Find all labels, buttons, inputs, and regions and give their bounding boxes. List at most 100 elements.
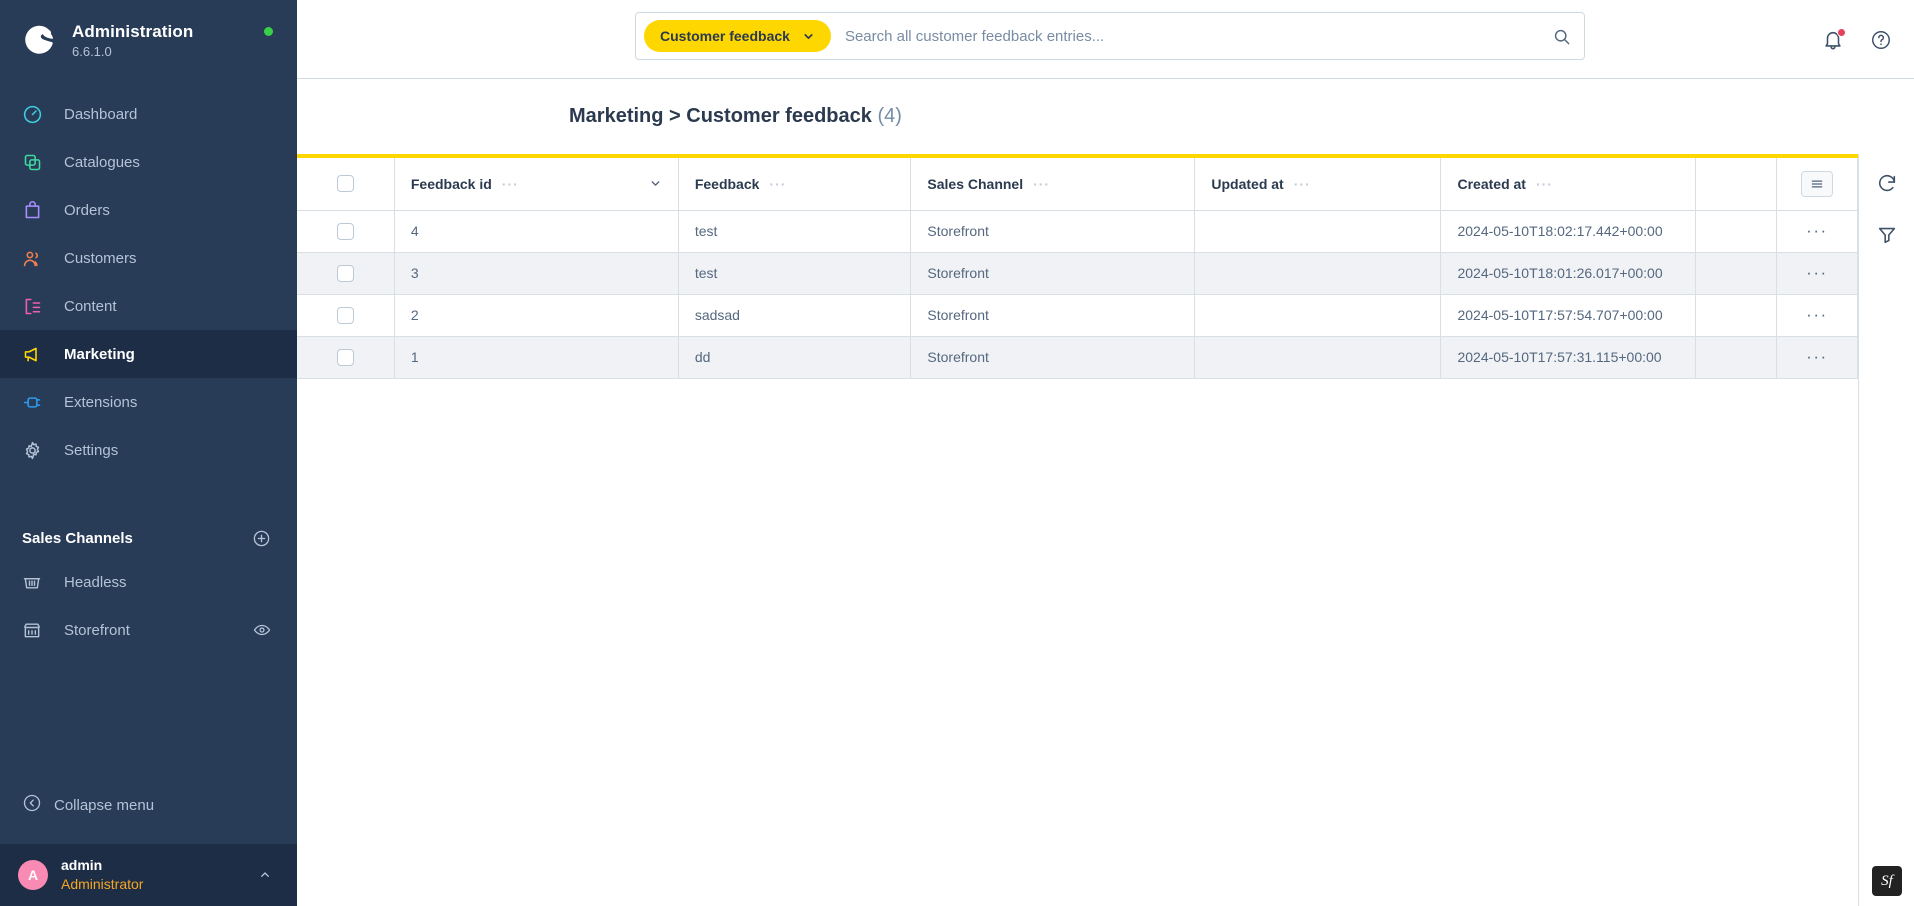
sidebar-item-extensions[interactable]: Extensions: [0, 378, 297, 426]
ellipsis-icon[interactable]: ···: [1806, 221, 1827, 240]
cell-spacer: [1695, 336, 1777, 379]
megaphone-icon: [22, 344, 52, 365]
cell-feedback-id: 1: [394, 336, 679, 379]
sidebar-item-marketing[interactable]: Marketing: [0, 330, 297, 378]
select-all-cell: [297, 158, 395, 211]
column-header-feedback-id[interactable]: Feedback id ···: [394, 158, 679, 211]
user-role: Administrator: [61, 876, 144, 892]
sidebar-item-storefront[interactable]: Storefront: [0, 606, 297, 654]
sidebar-item-customers[interactable]: Customers: [0, 234, 297, 282]
question-circle-icon[interactable]: [1870, 29, 1892, 51]
symfony-profiler-icon[interactable]: Sf: [1872, 866, 1902, 896]
user-menu[interactable]: A admin Administrator: [0, 844, 297, 906]
sidebar-item-content[interactable]: Content: [0, 282, 297, 330]
row-actions-cell: ···: [1776, 252, 1859, 295]
column-header-feedback[interactable]: Feedback ···: [678, 158, 912, 211]
sidebar-item-label: Headless: [64, 573, 127, 591]
row-select-cell: [297, 294, 395, 337]
right-rail: [1858, 154, 1914, 906]
page-header: Marketing > Customer feedback (4): [297, 79, 1914, 154]
column-header-spacer: [1695, 158, 1777, 211]
ellipsis-icon[interactable]: ···: [1806, 347, 1827, 366]
table-row[interactable]: 3 test Storefront 2024-05-10T18:01:26.01…: [297, 252, 1859, 295]
sidebar-item-label: Dashboard: [64, 105, 138, 123]
column-label: Updated at: [1211, 175, 1284, 192]
sales-channels-header: Sales Channels: [0, 518, 297, 558]
table-row[interactable]: 4 test Storefront 2024-05-10T18:02:17.44…: [297, 210, 1859, 253]
row-checkbox[interactable]: [336, 306, 354, 324]
column-options-icon[interactable]: ···: [502, 176, 519, 192]
column-header-sales-channel[interactable]: Sales Channel ···: [910, 158, 1196, 211]
row-actions-cell: ···: [1776, 210, 1859, 253]
sidebar-item-orders[interactable]: Orders: [0, 186, 297, 234]
sidebar-item-settings[interactable]: Settings: [0, 426, 297, 474]
brand-version: 6.6.1.0: [72, 43, 112, 59]
cell-created-at: 2024-05-10T17:57:31.115+00:00: [1440, 336, 1696, 379]
chevron-up-icon[interactable]: [257, 867, 273, 883]
column-options-icon[interactable]: ···: [1536, 176, 1553, 192]
sidebar-item-label: Catalogues: [64, 153, 140, 171]
row-checkbox[interactable]: [336, 348, 354, 366]
sidebar-item-label: Content: [64, 297, 117, 315]
sort-chevron-down-icon[interactable]: [649, 177, 662, 190]
sidebar-item-label: Customers: [64, 249, 137, 267]
sidebar-item-label: Marketing: [64, 345, 135, 363]
magnifier-icon[interactable]: [1546, 27, 1576, 46]
copy-stack-icon: [22, 152, 52, 173]
cell-spacer: [1695, 210, 1777, 253]
search-scope-label: Customer feedback: [660, 28, 790, 44]
row-select-cell: [297, 336, 395, 379]
content-list-icon: [22, 296, 52, 317]
cell-feedback: test: [678, 210, 912, 253]
main-navigation: Dashboard Catalogues Orders Customers Co…: [0, 90, 297, 474]
data-grid: Feedback id ··· Feedback ··· Sales Chann…: [297, 158, 1859, 379]
table-row[interactable]: 2 sadsad Storefront 2024-05-10T17:57:54.…: [297, 294, 1859, 337]
cell-feedback-id: 4: [394, 210, 679, 253]
column-options-icon[interactable]: ···: [769, 176, 786, 192]
bell-icon[interactable]: [1822, 27, 1846, 51]
row-checkbox[interactable]: [336, 264, 354, 282]
global-search: Customer feedback: [635, 12, 1585, 60]
collapse-menu-label: Collapse menu: [54, 796, 155, 814]
brand-header[interactable]: Administration 6.6.1.0: [0, 0, 297, 80]
column-options-icon[interactable]: ···: [1033, 176, 1050, 192]
data-grid-wrapper: Feedback id ··· Feedback ··· Sales Chann…: [297, 154, 1859, 906]
cell-created-at: 2024-05-10T18:01:26.017+00:00: [1440, 252, 1696, 295]
status-dot: [264, 27, 273, 36]
refresh-icon[interactable]: [1876, 172, 1898, 194]
cell-updated-at: [1194, 294, 1442, 337]
cell-sales-channel: Storefront: [910, 294, 1196, 337]
gear-icon: [22, 440, 52, 461]
store-icon: [22, 620, 52, 640]
sidebar-item-dashboard[interactable]: Dashboard: [0, 90, 297, 138]
collapse-menu-button[interactable]: Collapse menu: [0, 780, 297, 830]
select-all-checkbox[interactable]: [336, 175, 354, 193]
brand-title: Administration: [72, 21, 194, 41]
sidebar-item-label: Extensions: [64, 393, 138, 411]
top-bar: Customer feedback: [297, 0, 1914, 79]
column-options-icon[interactable]: ···: [1294, 176, 1311, 192]
main-region: Customer feedback Search all customer fe…: [297, 0, 1914, 906]
plus-circle-icon[interactable]: [252, 529, 271, 548]
column-header-created-at[interactable]: Created at ···: [1440, 158, 1696, 211]
table-row[interactable]: 1 dd Storefront 2024-05-10T17:57:31.115+…: [297, 336, 1859, 379]
column-header-updated-at[interactable]: Updated at ···: [1194, 158, 1442, 211]
basket-icon: [22, 572, 52, 592]
search-scope-selector[interactable]: Customer feedback: [644, 20, 831, 52]
sidebar-item-headless[interactable]: Headless: [0, 558, 297, 606]
list-settings-icon[interactable]: [1800, 170, 1833, 197]
eye-icon[interactable]: [253, 621, 271, 639]
filter-funnel-icon[interactable]: [1876, 224, 1898, 246]
chevron-left-circle-icon: [22, 793, 42, 818]
cell-feedback: test: [678, 252, 912, 295]
ellipsis-icon[interactable]: ···: [1806, 305, 1827, 324]
sidebar-item-catalogues[interactable]: Catalogues: [0, 138, 297, 186]
row-checkbox[interactable]: [336, 222, 354, 240]
sidebar-item-label: Settings: [64, 441, 119, 459]
ellipsis-icon[interactable]: ···: [1806, 263, 1827, 282]
search-input[interactable]: [844, 27, 1546, 45]
cell-sales-channel: Storefront: [910, 336, 1196, 379]
sidebar-item-label: Storefront: [64, 621, 130, 639]
header-row: Feedback id ··· Feedback ··· Sales Chann…: [297, 158, 1859, 211]
